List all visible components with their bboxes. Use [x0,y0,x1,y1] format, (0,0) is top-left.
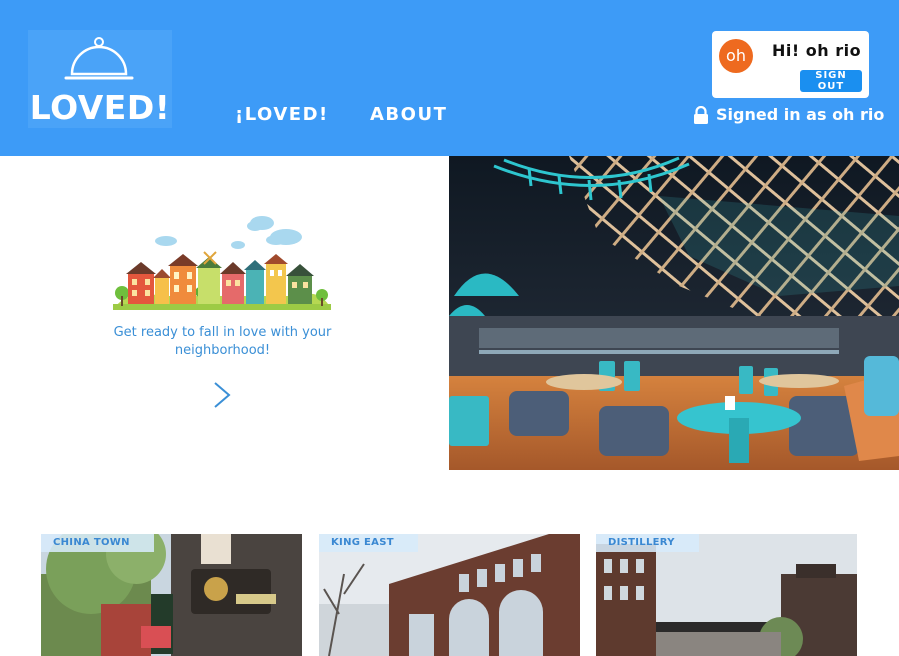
sign-out-button[interactable]: SIGN OUT [800,70,862,92]
hero-intro: Get ready to fall in love with your neig… [0,156,449,470]
avatar[interactable]: oh [719,39,753,73]
chevron-right-icon[interactable] [211,381,233,409]
card-distillery[interactable]: DISTILLERY [596,534,857,656]
cloche-icon [64,37,134,80]
logo-text: LOVED! [29,88,171,127]
lock-icon [694,105,708,124]
signed-in-status: Signed in as oh rio [692,105,884,124]
neighborhood-illustration [113,216,331,310]
card-label-china-town: CHINA TOWN [41,534,154,552]
hero-tagline: Get ready to fall in love with your neig… [113,325,332,358]
king-east-photo [319,534,580,656]
card-king-east[interactable]: KING EAST [319,534,580,656]
card-label-king-east: KING EAST [319,534,418,552]
logo[interactable]: LOVED! [28,30,172,128]
nav-about[interactable]: ABOUT [370,104,447,125]
signed-in-text: Signed in as oh rio [716,105,885,124]
card-china-town[interactable]: CHINA TOWN [41,534,302,656]
user-card: oh Hi! oh rio SIGN OUT [712,31,869,98]
distillery-photo [596,534,857,656]
user-greeting: Hi! oh rio [772,41,862,60]
nav-loved[interactable]: ¡LOVED! [235,104,329,125]
card-label-distillery: DISTILLERY [596,534,699,552]
hero-restaurant-photo [449,156,899,470]
china-town-photo [41,534,302,656]
site-header: LOVED! ¡LOVED! ABOUT oh Hi! oh rio SIGN … [0,0,899,156]
